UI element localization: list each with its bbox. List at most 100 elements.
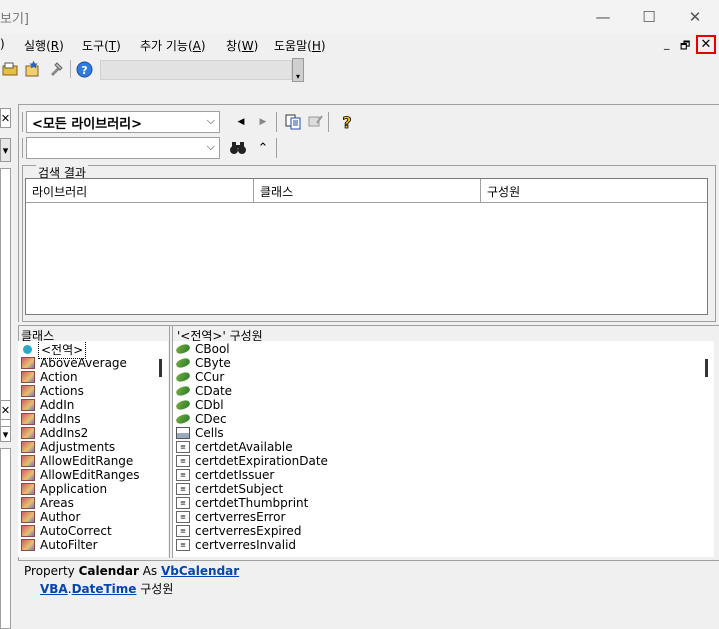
class-list-item[interactable]: Author (18, 510, 80, 524)
member-list-item[interactable]: CDec (173, 412, 227, 426)
member-list-item[interactable]: Cells (173, 426, 224, 440)
menu-item-tools[interactable]: 도구(T) (82, 37, 121, 54)
toolbar-combo[interactable] (100, 60, 292, 80)
column-header-member[interactable]: 구성원 (481, 179, 707, 203)
project-explorer-icon[interactable] (1, 60, 19, 78)
menu-item-help[interactable]: 도움말(H) (274, 37, 326, 54)
function-icon (175, 370, 191, 384)
grip (22, 138, 23, 158)
grip (22, 112, 23, 132)
function-icon (175, 384, 191, 398)
menu-item-window[interactable]: 창(W) (226, 37, 258, 54)
close-window-button[interactable]: ✕ (672, 0, 718, 34)
member-list-item[interactable]: ≡ certverresExpired (173, 524, 301, 538)
library-combo[interactable]: <모든 라이브러리> ⌵ (26, 111, 220, 133)
minimize-button[interactable]: — (580, 0, 626, 34)
member-list-item[interactable]: ≡ certverresError (173, 510, 285, 524)
member-list-item[interactable]: CBool (173, 342, 230, 356)
class-list-item[interactable]: AutoCorrect (18, 524, 112, 538)
menu-item-view-partial[interactable]: ) (0, 37, 5, 51)
maximize-button[interactable]: ☐ (626, 0, 672, 34)
properties-icon[interactable] (24, 60, 42, 78)
class-list-item[interactable]: Application (18, 482, 107, 496)
member-list-item[interactable]: ≡ certverresInvalid (173, 538, 296, 552)
class-list-item[interactable]: AboveAverage (18, 356, 127, 370)
classes-list[interactable]: <전역> AboveAverage Action Actions AddIn AddIns… (18, 341, 168, 557)
member-name: CBool (195, 342, 230, 356)
properties-grid-edge[interactable] (0, 448, 11, 629)
title-bar: 보기] — ☐ ✕ (0, 0, 719, 34)
mdi-close-button[interactable]: ✕ (696, 35, 716, 54)
class-list-item[interactable]: AddIns2 (18, 426, 88, 440)
class-icon (21, 427, 35, 439)
member-name: Cells (195, 426, 224, 440)
member-list-item[interactable]: ≡ certdetAvailable (173, 440, 293, 454)
toolbox-icon[interactable] (47, 60, 65, 78)
class-list-item[interactable]: AllowEditRanges (18, 468, 140, 482)
member-name: CByte (195, 356, 231, 370)
left-docked-panel: ✕ ▾ ✕ ▾ (0, 104, 14, 629)
hide-search-results-chevron-up-icon[interactable]: ⌃ (254, 139, 272, 157)
panel-dropdown[interactable]: ▾ (0, 138, 11, 162)
class-name: Action (40, 370, 78, 384)
member-list-item[interactable]: ≡ certdetIssuer (173, 468, 274, 482)
horizontal-splitter[interactable] (18, 322, 719, 326)
column-header-class[interactable]: 클래스 (254, 179, 481, 203)
class-icon (21, 539, 35, 551)
classes-scrollbar-thumb[interactable] (159, 359, 162, 377)
class-list-item[interactable]: AutoFilter (18, 538, 98, 552)
class-icon (21, 413, 35, 425)
members-list[interactable]: CBool CByte CCur CDate CDbl CDec Cells ≡ certdet… (173, 341, 714, 557)
member-list-item[interactable]: ≡ certdetThumbprint (173, 496, 308, 510)
members-scrollbar-thumb[interactable] (705, 359, 708, 377)
panel-close-icon[interactable]: ✕ (0, 108, 11, 128)
globe-icon (23, 344, 32, 354)
member-list-item[interactable]: CCur (173, 370, 224, 384)
details-as-keyword: As (138, 564, 161, 578)
search-text-combo[interactable]: ⌵ (26, 137, 220, 159)
view-definition-icon[interactable] (306, 113, 324, 131)
member-list-item[interactable]: CByte (173, 356, 231, 370)
details-class-link[interactable]: DateTime (72, 582, 137, 596)
class-list-item[interactable]: Areas (18, 496, 74, 510)
search-binoculars-icon[interactable] (229, 139, 247, 157)
member-name: CDec (195, 412, 227, 426)
details-line-2: VBA.DateTime 구성원 (40, 580, 173, 597)
details-library-link[interactable]: VBA (40, 582, 68, 596)
column-header-library[interactable]: 라이브러리 (26, 179, 254, 203)
menu-item-run[interactable]: 실행(R) (24, 37, 64, 54)
member-list-item[interactable]: CDate (173, 384, 232, 398)
class-name: Areas (40, 496, 74, 510)
help-icon[interactable]: ? (75, 60, 93, 78)
class-list-item[interactable]: Action (18, 370, 78, 384)
properties-close-icon[interactable]: ✕ (0, 400, 11, 420)
mdi-minimize-button[interactable]: _ (664, 37, 670, 50)
class-list-item[interactable]: Adjustments (18, 440, 115, 454)
function-icon (175, 412, 191, 426)
forward-button[interactable]: ▶ (254, 113, 272, 131)
properties-dropdown[interactable]: ▾ (0, 426, 11, 442)
project-tree-edge[interactable] (0, 168, 11, 430)
toolbar-combo-dropdown[interactable]: ▾ (292, 58, 304, 82)
class-list-item[interactable]: Actions (18, 384, 84, 398)
toolbar-separator (328, 112, 329, 132)
class-list-item[interactable]: AddIns (18, 412, 81, 426)
mdi-restore-button[interactable]: 🗗 (680, 37, 690, 56)
details-type-link[interactable]: VbCalendar (161, 564, 239, 578)
member-list-item[interactable]: ≡ certdetSubject (173, 482, 283, 496)
member-list-item[interactable]: CDbl (173, 398, 224, 412)
menu-item-addins[interactable]: 추가 기능(A) (140, 37, 206, 54)
help-icon[interactable]: ? (338, 113, 356, 131)
copy-to-clipboard-icon[interactable] (284, 113, 302, 131)
member-name: certdetIssuer (195, 468, 275, 482)
class-list-item[interactable]: <전역> (18, 341, 87, 359)
class-list-item[interactable]: AddIn (18, 398, 74, 412)
back-button[interactable]: ◀ (232, 113, 250, 131)
member-name: certverresInvalid (195, 538, 297, 552)
class-list-item[interactable]: AllowEditRange (18, 454, 133, 468)
class-icon (21, 511, 35, 523)
class-icon (21, 483, 35, 495)
search-results-table[interactable]: 라이브러리 클래스 구성원 (25, 178, 708, 315)
member-list-item[interactable]: ≡ certdetExpirationDate (173, 454, 328, 468)
member-name: CDate (195, 384, 233, 398)
